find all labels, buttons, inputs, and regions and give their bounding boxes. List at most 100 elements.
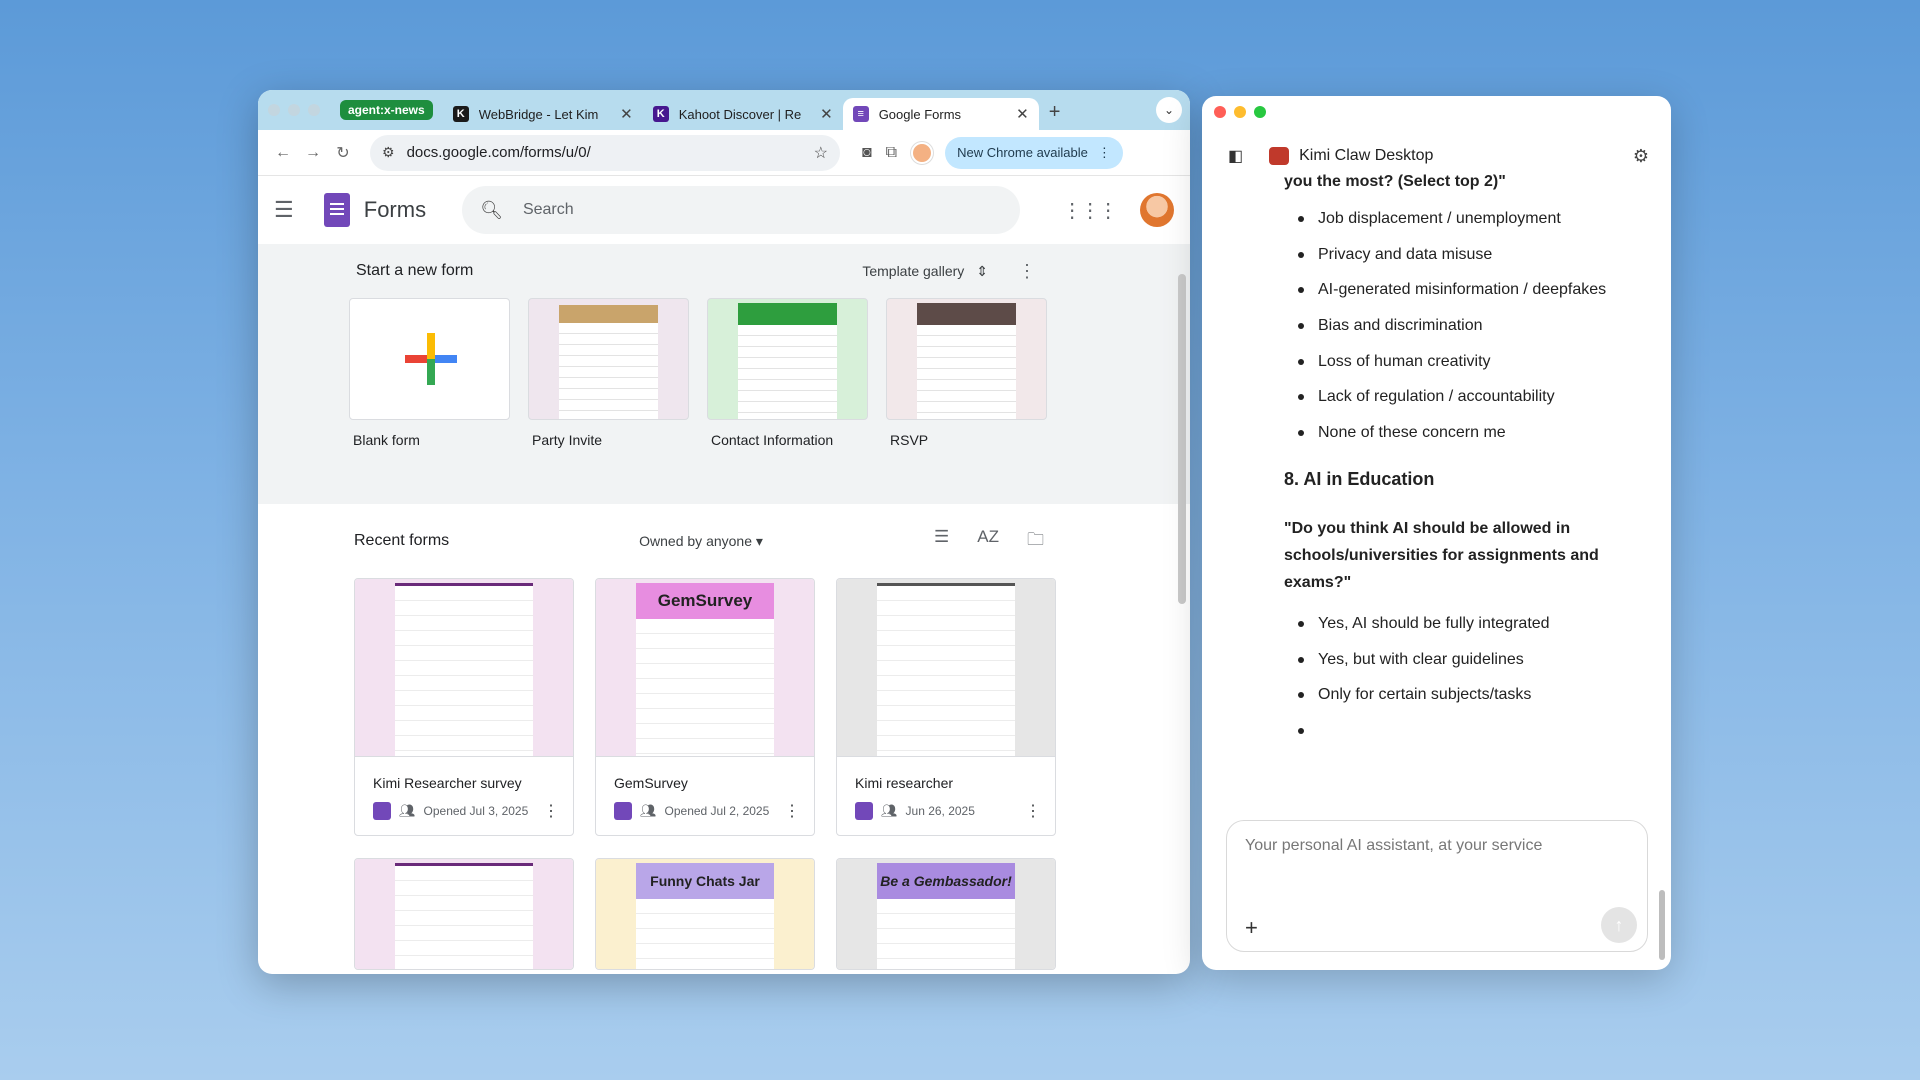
list-item: Yes, AI should be fully integrated (1284, 614, 1644, 650)
tab-webbridge[interactable]: K WebBridge - Let Kim ✕ (443, 98, 643, 130)
forms-header: ☰ Forms 🔍︎ Search ⋮⋮⋮ (258, 176, 1190, 244)
form-preview (355, 579, 573, 757)
attach-plus-icon[interactable]: + (1245, 915, 1258, 941)
reload-icon[interactable]: ↻ (328, 143, 358, 163)
more-vert-icon[interactable]: ⋮ (1098, 145, 1111, 161)
tab-group-chip[interactable]: agent:x-news (340, 100, 433, 120)
close-window-button[interactable] (268, 104, 280, 116)
kimi-k-icon: K (452, 106, 469, 122)
kimi-header: ◧ Kimi Claw Desktop ⚙ (1202, 142, 1671, 170)
close-icon[interactable]: ✕ (820, 105, 833, 123)
zoom-window-button[interactable] (1254, 106, 1266, 118)
recent-forms-grid: Kimi Researcher survey 👥︎ Opened Jul 3, … (354, 578, 1190, 970)
view-tools: ☰ AZ 🗀 (934, 527, 1044, 556)
form-card[interactable]: GemSurvey GemSurvey 👥︎ Opened Jul 2, 202… (595, 578, 815, 836)
template-gallery-button[interactable]: Template gallery ⇕ (862, 263, 988, 280)
minimize-window-button[interactable] (288, 104, 300, 116)
tab-kahoot[interactable]: K Kahoot Discover | Re ✕ (643, 98, 843, 130)
question-text: "Do you think AI should be allowed in sc… (1284, 519, 1599, 591)
bookmark-star-icon[interactable]: ☆ (814, 143, 828, 163)
back-icon[interactable]: ← (268, 144, 298, 162)
owned-by-dropdown[interactable]: Owned by anyone ▾ (639, 533, 763, 550)
list-item: Job displacement / unemployment (1284, 209, 1644, 245)
tab-google-forms[interactable]: ≡ Google Forms ✕ (842, 98, 1039, 130)
form-date: Jun 26, 2025 (905, 804, 975, 818)
template-thumbnail[interactable] (349, 298, 510, 420)
form-name: Kimi Researcher survey (373, 775, 522, 791)
google-forms-icon: ≡ (852, 106, 869, 122)
update-label: New Chrome available (957, 145, 1088, 160)
tab-search-button[interactable]: ⌄ (1156, 97, 1182, 123)
form-card[interactable]: Be a Gembassador! (836, 858, 1056, 970)
template-thumbnail[interactable] (528, 298, 689, 420)
shared-people-icon: 👥︎ (640, 803, 657, 818)
form-name: GemSurvey (614, 775, 688, 791)
form-preview (355, 859, 573, 969)
template-thumbnail[interactable] (707, 298, 868, 420)
template-thumbnail[interactable] (886, 298, 1047, 420)
form-card[interactable] (354, 858, 574, 970)
account-avatar[interactable] (1140, 193, 1174, 227)
google-apps-icon[interactable]: ⋮⋮⋮ (1062, 198, 1118, 223)
template-gallery-label: Template gallery (862, 263, 965, 279)
tab-strip: agent:x-news K WebBridge - Let Kim ✕ K K… (258, 90, 1190, 130)
message-composer[interactable]: Your personal AI assistant, at your serv… (1226, 820, 1648, 952)
close-icon[interactable]: ✕ (620, 105, 633, 123)
question-text: you the most? (Select top 2)" (1284, 173, 1506, 190)
forms-logo-icon[interactable] (323, 193, 350, 227)
form-paper (877, 583, 1015, 756)
tab-title: Google Forms (878, 106, 962, 122)
search-icon: 🔍︎ (480, 199, 503, 220)
page-scrollbar[interactable] (1178, 274, 1186, 604)
list-item: None of these concern me (1284, 423, 1644, 459)
kimi-claw-logo-icon (1269, 147, 1290, 165)
form-date: Opened Jul 3, 2025 (423, 804, 529, 818)
template-label: Party Invite (532, 432, 603, 448)
tab-title: WebBridge - Let Kim (478, 106, 599, 122)
more-vert-icon[interactable]: ⋮ (784, 801, 800, 821)
more-options-icon[interactable]: ⋮ (1018, 261, 1036, 282)
site-info-icon[interactable]: ⚙ (382, 144, 395, 161)
form-preview (837, 579, 1055, 757)
extension-icon[interactable]: ◙ (862, 144, 872, 162)
concerns-list: Job displacement / unemployment Privacy … (1284, 209, 1644, 458)
puzzle-extensions-icon[interactable]: ⧉ (886, 144, 897, 162)
search-input[interactable]: 🔍︎ Search (462, 186, 1021, 234)
form-card[interactable]: Kimi researcher 👥︎ Jun 26, 2025 ⋮ (836, 578, 1056, 836)
forward-icon[interactable]: → (298, 144, 328, 162)
template-contact-information[interactable]: Contact Information (707, 298, 868, 448)
zoom-window-button[interactable] (308, 104, 320, 116)
more-vert-icon[interactable]: ⋮ (1025, 801, 1041, 821)
list-item: Yes, but with clear guidelines (1284, 650, 1644, 686)
template-party-invite[interactable]: Party Invite (528, 298, 689, 448)
close-icon[interactable]: ✕ (1016, 105, 1029, 123)
education-options-list: Yes, AI should be fully integrated Yes, … (1284, 614, 1644, 756)
settings-gear-icon[interactable]: ⚙ (1633, 146, 1649, 167)
app-title[interactable]: Forms (364, 197, 426, 223)
list-view-icon[interactable]: ☰ (934, 527, 949, 556)
address-bar[interactable]: ⚙ docs.google.com/forms/u/0/ ☆ (370, 134, 840, 171)
owned-by-label: Owned by anyone (639, 532, 752, 549)
folder-icon[interactable]: 🗀 (1027, 527, 1044, 556)
close-window-button[interactable] (1214, 106, 1226, 118)
form-card[interactable]: Kimi Researcher survey 👥︎ Opened Jul 3, … (354, 578, 574, 836)
new-tab-button[interactable]: + (1049, 101, 1061, 124)
sort-az-icon[interactable]: AZ (977, 527, 999, 556)
recent-forms-section: Recent forms Owned by anyone ▾ ☰ AZ 🗀 Ki… (258, 504, 1190, 970)
send-arrow-icon[interactable]: ↑ (1601, 907, 1637, 943)
forms-file-icon (373, 802, 391, 820)
minimize-window-button[interactable] (1234, 106, 1246, 118)
template-list: Blank form Party Invite Contact Informat… (349, 298, 1190, 448)
more-vert-icon[interactable]: ⋮ (543, 801, 559, 821)
update-chrome-button[interactable]: New Chrome available ⋮ (945, 136, 1123, 169)
template-blank[interactable]: Blank form (349, 298, 510, 448)
form-banner: GemSurvey (636, 583, 774, 619)
template-rsvp[interactable]: RSVP (886, 298, 1047, 448)
chat-scrollbar[interactable] (1659, 890, 1665, 960)
profile-avatar[interactable] (911, 141, 934, 164)
sidebar-toggle-icon[interactable]: ◧ (1228, 146, 1243, 166)
form-card[interactable]: Funny Chats Jar (595, 858, 815, 970)
main-menu-icon[interactable]: ☰ (274, 197, 314, 223)
shared-people-icon: 👥︎ (399, 803, 416, 818)
section-title: Start a new form (356, 262, 474, 279)
